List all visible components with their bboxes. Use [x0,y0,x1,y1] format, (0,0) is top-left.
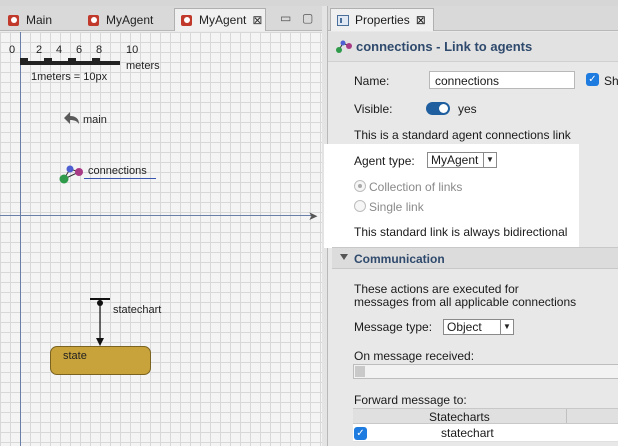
name-field[interactable]: connections [429,71,575,89]
x-axis-line [0,215,312,216]
on-message-label: On message received: [354,349,475,363]
scale-tick-label: 10 [126,44,139,56]
agent-type-label: Agent type: [354,154,415,168]
forward-label: Forward message to: [354,393,467,407]
statechart-checkbox[interactable]: ✓ [354,427,367,440]
scale-ruler-segment [20,58,28,63]
show-name-checkbox[interactable]: ✓ [586,73,599,86]
statechart-entry-icon[interactable] [88,296,112,348]
close-icon[interactable]: ⊠ [416,13,426,27]
visible-label: Visible: [354,102,393,116]
state-label: state [63,350,87,362]
communication-section-header[interactable]: Communication [332,247,618,269]
connections-label[interactable]: connections [88,165,147,177]
single-link-label: Single link [369,200,424,214]
tab-myagent-active[interactable]: MyAgent ⊠ [174,8,266,31]
scale-ruler-segment [44,58,52,63]
show-name-label: Sh [604,74,618,88]
chevron-down-icon: ▼ [483,153,496,167]
tab-properties[interactable]: Properties ⊠ [330,8,434,31]
agent-icon [88,14,101,27]
visible-toggle[interactable] [426,102,450,115]
scale-unit: meters [126,60,160,72]
connections-icon[interactable] [56,163,88,187]
scale-tick-label: 4 [56,44,63,56]
statecharts-table-header: Statecharts [353,408,618,424]
collection-radio[interactable] [354,180,366,192]
tab-label: Properties [355,13,410,27]
properties-header: connections - Link to agents [328,32,618,62]
communication-title: Communication [354,252,445,266]
communication-desc-1: These actions are executed for [354,282,519,296]
scale-tick-label: 6 [76,44,83,56]
tab-myagent[interactable]: MyAgent [82,9,172,31]
table-row[interactable]: ✓ statechart [353,424,618,442]
properties-title: connections - Link to agents [356,39,533,54]
connections-icon [336,40,352,53]
properties-tab-bar: Properties ⊠ [328,6,618,31]
axis-arrow-icon: ➤ [308,209,319,223]
info-text: This is a standard agent connections lin… [354,128,571,142]
minimize-icon[interactable]: ▭ [280,11,291,25]
visible-value: yes [458,102,477,116]
return-arrow-icon[interactable] [60,109,82,129]
agent-icon [8,14,21,27]
main-label[interactable]: main [83,114,107,126]
single-link-radio[interactable] [354,200,366,212]
agent-type-value: MyAgent [431,153,479,167]
message-type-value: Object [447,320,482,334]
editor-canvas[interactable]: ➤ 0 2 4 6 8 10 meters 1meters = 10px mai… [0,32,322,446]
collection-label: Collection of links [369,180,463,194]
collapse-arrow-icon[interactable] [340,254,348,260]
properties-panel: Properties ⊠ connections - Link to agent… [324,6,618,446]
scale-ruler-segment [68,58,76,63]
bidirectional-text: This standard link is always bidirection… [354,225,568,239]
properties-icon [337,14,349,26]
tab-main[interactable]: Main [2,9,80,31]
maximize-icon[interactable]: ▢ [302,11,313,25]
scale-ratio: 1meters = 10px [31,71,108,83]
on-message-code-field[interactable] [353,364,618,379]
scale-ruler-segment [92,58,100,63]
name-label: Name: [354,74,390,88]
statecharts-column-header: Statecharts [429,410,490,424]
scale-tick-label: 2 [36,44,43,56]
statechart-label[interactable]: statechart [113,304,161,316]
y-axis-line [20,32,21,446]
scale-tick-label: 8 [96,44,103,56]
scale-tick-label: 0 [9,44,16,56]
tab-label: MyAgent [199,13,247,27]
close-icon[interactable]: ⊠ [252,13,262,27]
state-box[interactable]: state [50,346,151,375]
message-type-label: Message type: [354,320,433,334]
message-type-dropdown[interactable]: Object ▼ [443,319,514,335]
column-divider [566,409,567,423]
statechart-row-label: statechart [441,426,494,440]
tab-label: Main [26,13,53,27]
agent-icon [181,14,194,27]
selection-underline [84,178,156,179]
tab-label: MyAgent [106,13,154,27]
agent-type-dropdown[interactable]: MyAgent ▼ [427,152,497,168]
communication-desc-2: messages from all applicable connections [354,295,577,309]
editor-tab-bar: Main MyAgent MyAgent ⊠ ▭ ▢ [0,6,322,31]
chevron-down-icon: ▼ [500,320,513,334]
graphical-editor: Main MyAgent MyAgent ⊠ ▭ ▢ ➤ 0 2 4 6 8 1… [0,6,322,446]
